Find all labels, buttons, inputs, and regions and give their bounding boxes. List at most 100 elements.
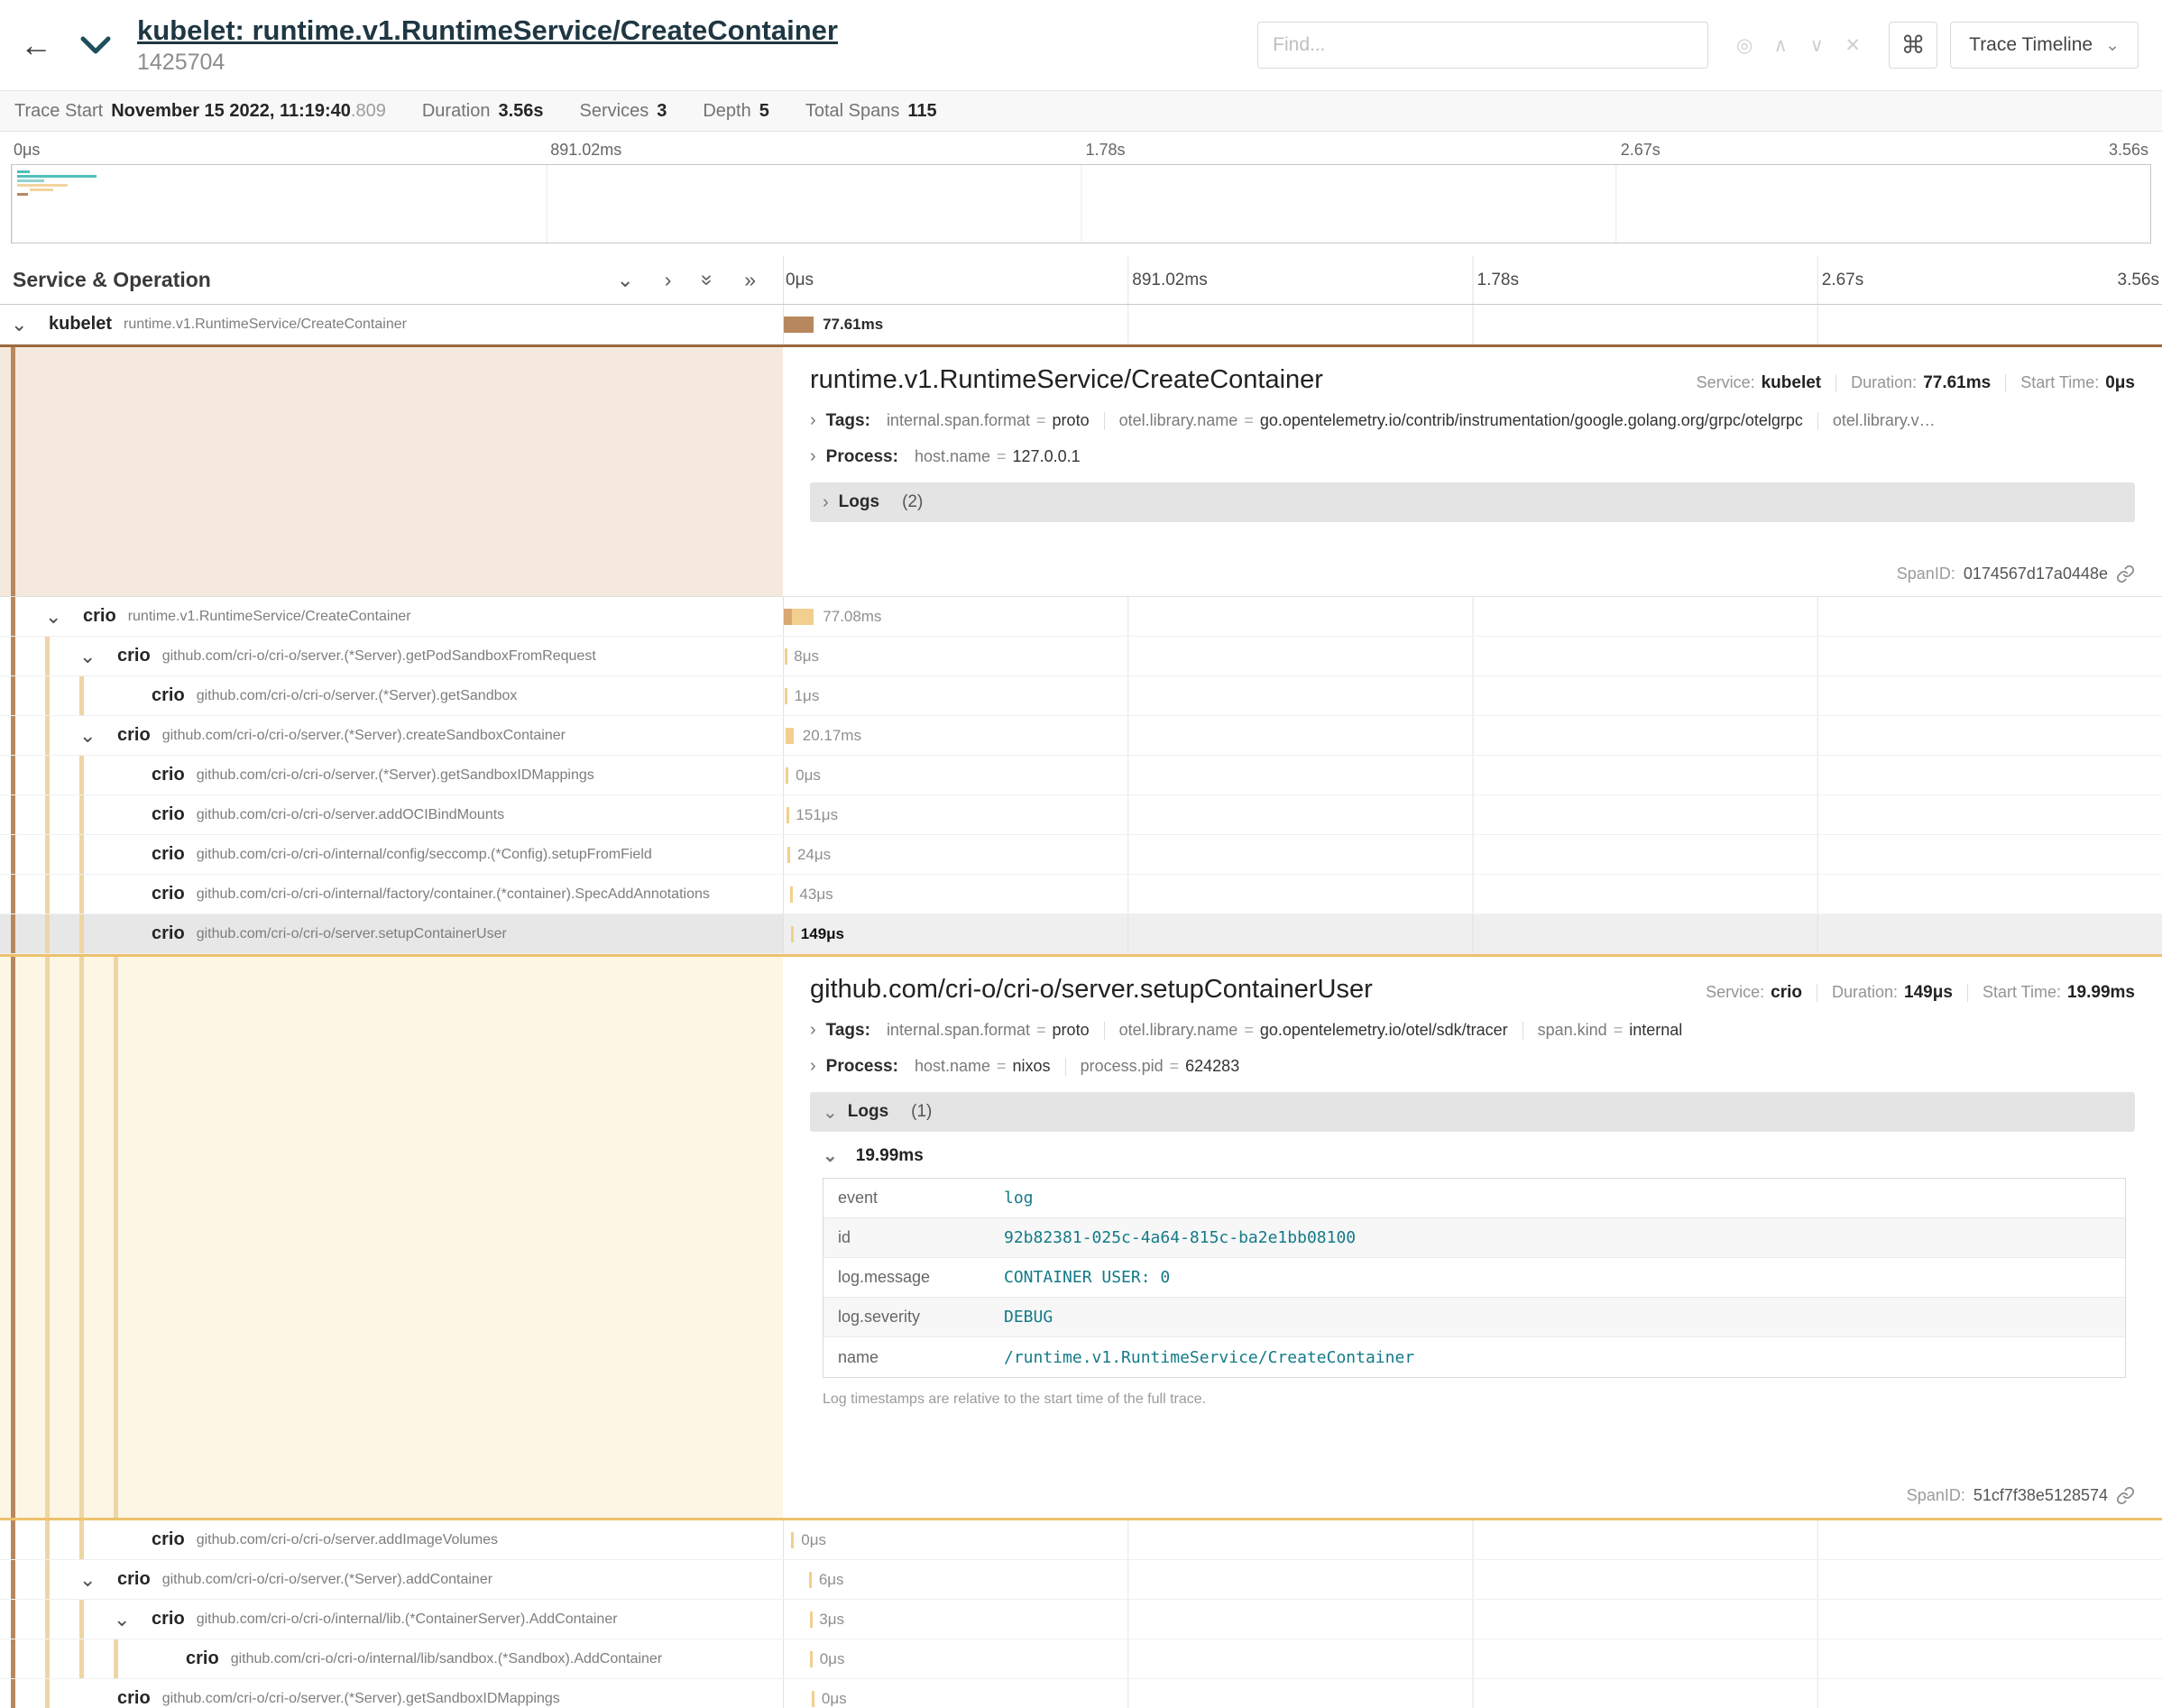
log-entry-header[interactable]: ⌄ 19.99ms bbox=[823, 1144, 2131, 1167]
span-row[interactable]: ⌄kubeletruntime.v1.RuntimeService/Create… bbox=[0, 305, 2162, 344]
span-row[interactable]: ⌄crioruntime.v1.RuntimeService/CreateCon… bbox=[0, 597, 2162, 637]
span-row[interactable]: criogithub.com/cri-o/cri-o/server.addIma… bbox=[0, 1520, 2162, 1560]
span-bar[interactable] bbox=[785, 648, 787, 665]
collapse-one-icon[interactable]: ⌄ bbox=[616, 268, 633, 292]
summary-item: Depth5 bbox=[703, 101, 769, 122]
span-service-name: crio bbox=[152, 884, 185, 905]
indent-guide bbox=[79, 756, 114, 794]
spanid-label: SpanID: bbox=[1897, 565, 1955, 583]
span-bar-self-time bbox=[784, 609, 792, 625]
indent-guide bbox=[11, 795, 45, 834]
trace-title-link[interactable]: kubelet: runtime.v1.RuntimeService/Creat… bbox=[137, 14, 838, 47]
span-row[interactable]: ⌄criogithub.com/cri-o/cri-o/server.(*Ser… bbox=[0, 1560, 2162, 1600]
indent-guide bbox=[79, 835, 114, 874]
tags-accordion[interactable]: › Tags: internal.span.format=protootel.l… bbox=[810, 410, 2135, 431]
summary-item: Duration3.56s bbox=[422, 101, 544, 122]
span-row[interactable]: criogithub.com/cri-o/cri-o/internal/lib/… bbox=[0, 1639, 2162, 1679]
find-input[interactable] bbox=[1257, 22, 1708, 69]
span-bar[interactable] bbox=[786, 728, 794, 744]
locate-span-icon[interactable]: ◎ bbox=[1726, 34, 1762, 57]
indent-guide bbox=[11, 1600, 45, 1639]
process-accordion[interactable]: › Process: host.name=nixosprocess.pid=62… bbox=[810, 1056, 2135, 1077]
span-bar[interactable] bbox=[784, 609, 814, 625]
clear-search-icon[interactable]: ✕ bbox=[1835, 34, 1871, 57]
detail-meta-value: 77.61ms bbox=[1923, 373, 1991, 393]
logs-accordion[interactable]: ⌄ Logs (1) bbox=[810, 1092, 2135, 1132]
summary-label: Services bbox=[580, 101, 649, 122]
divider bbox=[1065, 1058, 1066, 1076]
minimap-span-strip bbox=[17, 193, 28, 196]
chevron-down-icon: ⌄ bbox=[823, 1101, 838, 1124]
span-row[interactable]: criogithub.com/cri-o/cri-o/server.setupC… bbox=[0, 914, 2162, 954]
span-bar[interactable] bbox=[791, 926, 794, 942]
span-row[interactable]: criogithub.com/cri-o/cri-o/internal/conf… bbox=[0, 835, 2162, 875]
span-row[interactable]: criogithub.com/cri-o/cri-o/server.(*Serv… bbox=[0, 676, 2162, 716]
span-row[interactable]: criogithub.com/cri-o/cri-o/server.(*Serv… bbox=[0, 1679, 2162, 1708]
span-operation-name: runtime.v1.RuntimeService/CreateContaine… bbox=[124, 317, 407, 333]
back-button[interactable]: ← bbox=[20, 26, 52, 64]
span-timeline-cell: 20.17ms bbox=[783, 716, 2162, 755]
expand-chevron-icon[interactable]: ⌄ bbox=[11, 308, 49, 342]
tag-key: otel.library.v… bbox=[1833, 411, 1936, 429]
logs-accordion[interactable]: › Logs (2) bbox=[810, 482, 2135, 522]
expand-chevron-icon[interactable]: ⌄ bbox=[45, 600, 83, 634]
tag-kv: host.name=127.0.0.1 bbox=[915, 447, 1081, 466]
prev-match-icon[interactable]: ∧ bbox=[1762, 34, 1799, 57]
span-timeline-cell: 0μs bbox=[783, 1520, 2162, 1559]
span-bar[interactable] bbox=[786, 767, 788, 784]
span-bar[interactable] bbox=[810, 1612, 813, 1628]
span-bar[interactable] bbox=[787, 847, 790, 863]
tag-value: nixos bbox=[1013, 1057, 1051, 1075]
view-selector-button[interactable]: Trace Timeline ⌄ bbox=[1950, 22, 2139, 69]
minimap-tick: 891.02ms bbox=[550, 141, 621, 160]
span-row[interactable]: criogithub.com/cri-o/cri-o/server.(*Serv… bbox=[0, 756, 2162, 795]
detail-meta-value: crio bbox=[1771, 983, 1802, 1003]
span-service-name: crio bbox=[152, 1609, 185, 1630]
indent-guide bbox=[11, 756, 45, 794]
span-timeline-cell: 8μs bbox=[783, 637, 2162, 675]
chevron-right-icon: › bbox=[810, 446, 816, 467]
link-icon[interactable] bbox=[2116, 565, 2135, 583]
process-accordion[interactable]: › Process: host.name=127.0.0.1 bbox=[810, 446, 2135, 467]
span-row[interactable]: ⌄criogithub.com/cri-o/cri-o/server.(*Ser… bbox=[0, 637, 2162, 676]
span-row[interactable]: criogithub.com/cri-o/cri-o/internal/fact… bbox=[0, 875, 2162, 914]
minimap-canvas[interactable] bbox=[11, 164, 2151, 243]
span-bar[interactable] bbox=[784, 317, 814, 333]
span-bar[interactable] bbox=[790, 886, 793, 903]
span-row[interactable]: ⌄criogithub.com/cri-o/cri-o/internal/lib… bbox=[0, 1600, 2162, 1639]
detail-indent-area bbox=[0, 347, 783, 596]
span-bar[interactable] bbox=[785, 688, 787, 704]
collapse-header-chevron-icon[interactable] bbox=[79, 34, 112, 56]
span-row[interactable]: criogithub.com/cri-o/cri-o/server.addOCI… bbox=[0, 795, 2162, 835]
indent-guide bbox=[79, 957, 114, 1518]
summary-item: Services3 bbox=[580, 101, 667, 122]
expand-chevron-icon[interactable]: ⌄ bbox=[79, 719, 117, 753]
link-icon[interactable] bbox=[2116, 1486, 2135, 1505]
equals-sign: = bbox=[1244, 411, 1254, 429]
expand-chevron-icon[interactable]: ⌄ bbox=[79, 1563, 117, 1597]
span-row[interactable]: ⌄criogithub.com/cri-o/cri-o/server.(*Ser… bbox=[0, 716, 2162, 756]
span-bar[interactable] bbox=[810, 1651, 813, 1667]
span-bar[interactable] bbox=[791, 1532, 794, 1548]
expand-all-icon[interactable]: » bbox=[744, 268, 756, 292]
spanid-label: SpanID: bbox=[1907, 1486, 1965, 1505]
next-match-icon[interactable]: ∨ bbox=[1799, 34, 1835, 57]
span-bar[interactable] bbox=[812, 1691, 814, 1707]
span-duration-label: 77.61ms bbox=[823, 316, 883, 334]
expand-one-icon[interactable]: › bbox=[665, 268, 672, 292]
expand-chevron-icon[interactable]: ⌄ bbox=[79, 639, 117, 674]
tag-kv: span.kind=internal bbox=[1538, 1021, 1683, 1040]
expand-chevron-icon[interactable]: ⌄ bbox=[114, 1602, 152, 1637]
span-service-name: crio bbox=[117, 646, 151, 666]
span-duration-label: 151μs bbox=[796, 806, 838, 824]
collapse-all-icon[interactable]: » bbox=[695, 274, 720, 286]
span-bar[interactable] bbox=[809, 1572, 812, 1588]
keyboard-shortcuts-button[interactable]: ⌘ bbox=[1889, 22, 1937, 69]
minimap-tick: 3.56s bbox=[2109, 141, 2148, 160]
span-bar[interactable] bbox=[787, 807, 789, 823]
tags-accordion[interactable]: › Tags: internal.span.format=protootel.l… bbox=[810, 1020, 2135, 1041]
span-operation-name: github.com/cri-o/cri-o/server.(*Server).… bbox=[197, 688, 518, 704]
summary-value: 115 bbox=[907, 101, 936, 122]
span-name-column: ⌄crioruntime.v1.RuntimeService/CreateCon… bbox=[0, 597, 783, 636]
log-field-row: id92b82381-025c-4a64-815c-ba2e1bb08100 bbox=[823, 1218, 2125, 1258]
